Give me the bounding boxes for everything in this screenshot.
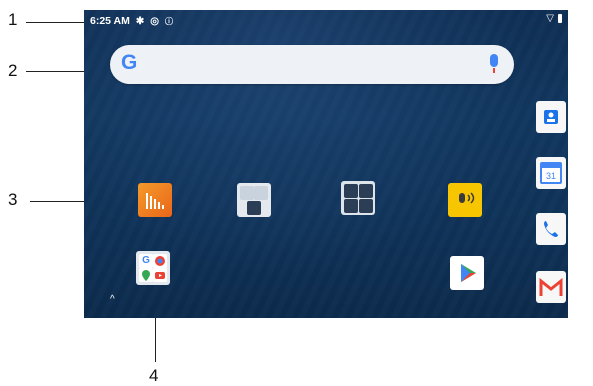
callout-2: 2	[8, 61, 18, 80]
settings-folder-icon[interactable]	[341, 181, 375, 215]
phone-icon[interactable]	[536, 213, 566, 245]
wifi-icon: ▽	[546, 13, 554, 24]
google-apps-folder-icon[interactable]: G	[136, 251, 170, 285]
calendar-icon[interactable]: 31	[536, 157, 566, 189]
info-icon: ⓘ	[165, 16, 173, 26]
sync-icon: ◎	[150, 15, 159, 27]
microphone-icon[interactable]	[490, 54, 498, 74]
apps-folder-icon[interactable]	[237, 183, 271, 217]
audio-volume-app-icon[interactable]	[138, 183, 172, 217]
battery-icon	[558, 14, 562, 23]
play-store-icon[interactable]	[450, 256, 484, 290]
ptt-voice-app-icon[interactable]	[448, 183, 482, 217]
calendar-day: 31	[546, 171, 556, 181]
gmail-icon[interactable]	[536, 271, 566, 303]
google-logo-icon: G	[121, 51, 138, 74]
callout-1-line	[26, 22, 86, 23]
contacts-icon[interactable]	[536, 101, 566, 133]
home-screen: 6:25 AM ✱ ◎ ⓘ ▽ G G 31 ^	[84, 10, 568, 318]
status-time: 6:25 AM	[90, 15, 130, 27]
callout-3: 3	[8, 190, 18, 209]
app-drawer-arrow-icon[interactable]: ^	[110, 294, 115, 305]
callout-4: 4	[149, 366, 159, 385]
callout-1: 1	[8, 10, 18, 29]
status-right: ▽	[546, 13, 562, 24]
status-bar: 6:25 AM ✱ ◎ ⓘ	[90, 13, 173, 29]
google-search-bar[interactable]: G	[110, 45, 514, 84]
settings-gear-icon: ✱	[135, 15, 145, 27]
